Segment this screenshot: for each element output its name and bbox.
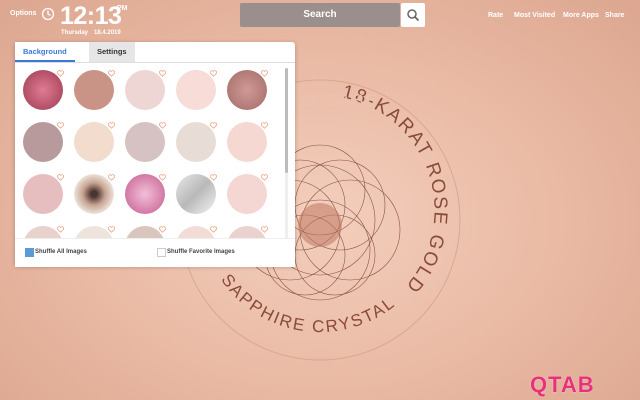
nav-share[interactable]: Share (605, 12, 624, 19)
tab-background[interactable]: Background (15, 42, 75, 62)
shuffle-favorite-checkbox[interactable] (157, 248, 166, 257)
heart-icon[interactable] (210, 70, 217, 77)
clock-ampm: PM (117, 5, 128, 12)
heart-icon[interactable] (108, 122, 115, 129)
shuffle-favorite-label: Shuffle Favorite Images (167, 249, 235, 255)
clock-icon[interactable] (41, 7, 55, 21)
tab-divider (15, 62, 295, 63)
heart-icon[interactable] (57, 174, 64, 181)
shuffle-options: Shuffle All Images Shuffle Favorite Imag… (15, 238, 295, 267)
wallpaper-text-case: M CASE (302, 91, 379, 110)
heart-icon[interactable] (57, 70, 64, 77)
heart-icon[interactable] (159, 174, 166, 181)
heart-icon[interactable] (108, 226, 115, 233)
nav-rate[interactable]: Rate (488, 12, 503, 19)
clock-time: 12:13 (60, 2, 122, 30)
heart-icon[interactable] (57, 226, 64, 233)
heart-icon[interactable] (210, 174, 217, 181)
heart-icon[interactable] (210, 226, 217, 233)
options-link[interactable]: Options (10, 10, 36, 17)
svg-text:SAPPHIRE CRYSTAL: SAPPHIRE CRYSTAL (217, 270, 399, 336)
search-input[interactable]: Search (240, 3, 400, 27)
heart-icon[interactable] (210, 122, 217, 129)
wallpaper-text-sapphire: SAPPHIRE CRYSTAL (217, 270, 397, 336)
top-bar: Options 12:13 PM Thursday 18.4.2019 Searc… (0, 0, 640, 40)
wallpaper-text-rose-gold: 18-KARAT ROSE GOLD (340, 81, 448, 297)
svg-text:18-KARAT ROSE GOLD: 18-KARAT ROSE GOLD (340, 81, 450, 297)
heart-icon[interactable] (261, 226, 268, 233)
thumbnail-grid (23, 70, 283, 256)
heart-icon[interactable] (159, 226, 166, 233)
shuffle-all-label: Shuffle All Images (35, 249, 87, 255)
heart-icon[interactable] (57, 122, 64, 129)
heart-icon[interactable] (261, 174, 268, 181)
nav-more-apps[interactable]: More Apps (563, 12, 599, 19)
heart-icon[interactable] (261, 70, 268, 77)
nav-most-visited[interactable]: Most Visited (514, 12, 555, 19)
background-panel: Background Settings Shuffle All Images S… (15, 42, 295, 267)
heart-icon[interactable] (261, 122, 268, 129)
qtab-logo[interactable]: QTAB (530, 372, 595, 398)
heart-icon[interactable] (108, 70, 115, 77)
heart-icon[interactable] (108, 174, 115, 181)
clock-date: Thursday 18.4.2019 (61, 30, 127, 36)
heart-icon[interactable] (159, 70, 166, 77)
clock-day: Thursday (61, 30, 89, 36)
search-icon (407, 9, 420, 22)
thumbnail-scrollbar[interactable] (285, 68, 288, 248)
tab-settings[interactable]: Settings (89, 42, 135, 62)
clock-date-value: 18.4.2019 (94, 30, 121, 36)
scrollbar-thumb[interactable] (285, 68, 288, 173)
heart-icon[interactable] (159, 122, 166, 129)
search-button[interactable] (401, 3, 425, 27)
shuffle-all-checkbox[interactable] (25, 248, 34, 257)
